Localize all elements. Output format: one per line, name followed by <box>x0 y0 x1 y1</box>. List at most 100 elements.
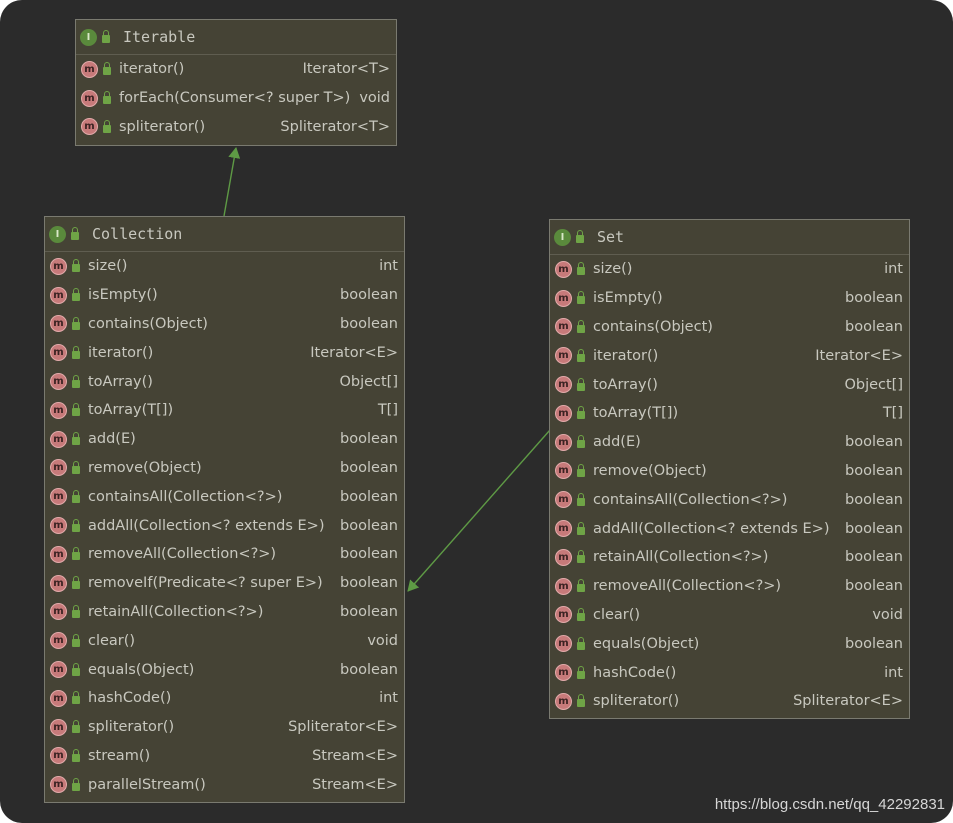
method-row[interactable]: m spliterator() Spliterator<E> <box>550 687 909 716</box>
method-row[interactable]: m removeAll(Collection<?>) boolean <box>45 540 404 569</box>
public-lock-icon <box>577 348 585 362</box>
class-header: I Set <box>550 220 909 255</box>
method-return-type: boolean <box>340 459 398 476</box>
method-row[interactable]: m removeAll(Collection<?>) boolean <box>550 572 909 601</box>
method-name: spliterator() <box>119 118 206 135</box>
method-icon: m <box>50 545 67 563</box>
method-name: add(E) <box>593 434 641 451</box>
method-return-type: void <box>367 632 398 649</box>
method-return-type: boolean <box>845 549 903 566</box>
method-row[interactable]: m add(E) boolean <box>45 425 404 454</box>
method-name: contains(Object) <box>88 315 208 332</box>
method-row[interactable]: m isEmpty() boolean <box>550 284 909 313</box>
method-name: remove(Object) <box>88 459 202 476</box>
method-row[interactable]: m remove(Object) boolean <box>45 454 404 483</box>
public-lock-icon <box>72 518 80 532</box>
method-return-type: boolean <box>845 290 903 307</box>
method-row[interactable]: m forEach(Consumer<? super T>) void <box>76 84 396 113</box>
method-name: isEmpty() <box>593 290 663 307</box>
method-row[interactable]: m contains(Object) boolean <box>45 310 404 339</box>
method-return-type: Spliterator<T> <box>280 118 390 135</box>
method-row[interactable]: m retainAll(Collection<?>) boolean <box>45 598 404 627</box>
method-row[interactable]: m iterator() Iterator<E> <box>45 338 404 367</box>
method-row[interactable]: m hashCode() int <box>45 684 404 713</box>
method-row[interactable]: m clear() void <box>45 626 404 655</box>
method-icon: m <box>50 257 67 275</box>
public-lock-icon <box>72 748 80 762</box>
method-row[interactable]: m retainAll(Collection<?>) boolean <box>550 543 909 572</box>
method-return-type: T[] <box>377 402 398 419</box>
method-return-type: Iterator<E> <box>815 347 903 364</box>
method-row[interactable]: m iterator() Iterator<T> <box>76 55 396 84</box>
method-return-type: boolean <box>340 287 398 304</box>
method-icon: m <box>50 517 67 535</box>
method-return-type: T[] <box>882 405 903 422</box>
method-icon: m <box>555 347 572 365</box>
method-name: retainAll(Collection<?>) <box>593 549 769 566</box>
method-icon: m <box>50 459 67 477</box>
method-row[interactable]: m remove(Object) boolean <box>550 457 909 486</box>
method-return-type: void <box>359 90 390 107</box>
method-row[interactable]: m hashCode() int <box>550 658 909 687</box>
method-list: m size() int m isEmpty() boolean m contains(Obj… <box>45 252 404 799</box>
method-row[interactable]: m addAll(Collection<? extends E>) boolean <box>550 514 909 543</box>
method-row[interactable]: m removeIf(Predicate<? super E>) boolean <box>45 569 404 598</box>
method-name: iterator() <box>593 347 659 364</box>
method-row[interactable]: m containsAll(Collection<?>) boolean <box>550 485 909 514</box>
method-row[interactable]: m clear() void <box>550 601 909 630</box>
public-lock-icon <box>71 227 79 240</box>
method-icon: m <box>81 89 98 107</box>
public-lock-icon <box>577 492 585 506</box>
method-row[interactable]: m parallelStream() Stream<E> <box>45 770 404 799</box>
method-row[interactable]: m toArray(T[]) T[] <box>550 399 909 428</box>
method-icon: m <box>555 606 572 624</box>
method-name: forEach(Consumer<? super T>) <box>119 90 351 107</box>
method-icon: m <box>555 635 572 653</box>
method-row[interactable]: m toArray() Object[] <box>45 367 404 396</box>
method-row[interactable]: m contains(Object) boolean <box>550 313 909 342</box>
method-row[interactable]: m containsAll(Collection<?>) boolean <box>45 482 404 511</box>
method-row[interactable]: m equals(Object) boolean <box>45 655 404 684</box>
method-name: retainAll(Collection<?>) <box>88 603 264 620</box>
method-row[interactable]: m toArray() Object[] <box>550 370 909 399</box>
public-lock-icon <box>72 432 80 446</box>
public-lock-icon <box>577 435 585 449</box>
method-icon: m <box>50 315 67 333</box>
method-return-type: boolean <box>340 603 398 620</box>
method-row[interactable]: m add(E) boolean <box>550 428 909 457</box>
method-icon: m <box>50 747 67 765</box>
method-icon: m <box>50 373 67 391</box>
method-row[interactable]: m toArray(T[]) T[] <box>45 396 404 425</box>
public-lock-icon <box>576 230 584 243</box>
method-name: remove(Object) <box>593 462 707 479</box>
method-icon: m <box>50 718 67 736</box>
method-row[interactable]: m size() int <box>45 252 404 281</box>
public-lock-icon <box>577 319 585 333</box>
method-icon: m <box>555 692 572 710</box>
method-return-type: boolean <box>845 491 903 508</box>
method-name: hashCode() <box>88 690 172 707</box>
method-name: toArray(T[]) <box>593 405 679 422</box>
method-row[interactable]: m spliterator() Spliterator<T> <box>76 113 396 142</box>
method-row[interactable]: m addAll(Collection<? extends E>) boolean <box>45 511 404 540</box>
class-box-iterable[interactable]: I Iterable m iterator() Iterator<T> m forEac… <box>75 19 397 146</box>
method-row[interactable]: m size() int <box>550 255 909 284</box>
method-return-type: boolean <box>340 431 398 448</box>
edge-set-to-collection <box>407 429 551 592</box>
public-lock-icon <box>72 345 80 359</box>
method-row[interactable]: m isEmpty() boolean <box>45 281 404 310</box>
method-row[interactable]: m iterator() Iterator<E> <box>550 341 909 370</box>
method-return-type: boolean <box>845 434 903 451</box>
method-row[interactable]: m stream() Stream<E> <box>45 742 404 771</box>
method-icon: m <box>555 433 572 451</box>
public-lock-icon <box>102 30 110 43</box>
method-name: toArray(T[]) <box>88 402 174 419</box>
method-icon: m <box>50 574 67 592</box>
method-return-type: Iterator<E> <box>310 344 398 361</box>
method-row[interactable]: m equals(Object) boolean <box>550 629 909 658</box>
class-box-collection[interactable]: I Collection m size() int m isEmpty() boolean… <box>44 216 405 803</box>
method-icon: m <box>555 289 572 307</box>
class-box-set[interactable]: I Set m size() int m isEmpty() boolean m contai… <box>549 219 910 719</box>
public-lock-icon <box>577 262 585 276</box>
method-row[interactable]: m spliterator() Spliterator<E> <box>45 713 404 742</box>
